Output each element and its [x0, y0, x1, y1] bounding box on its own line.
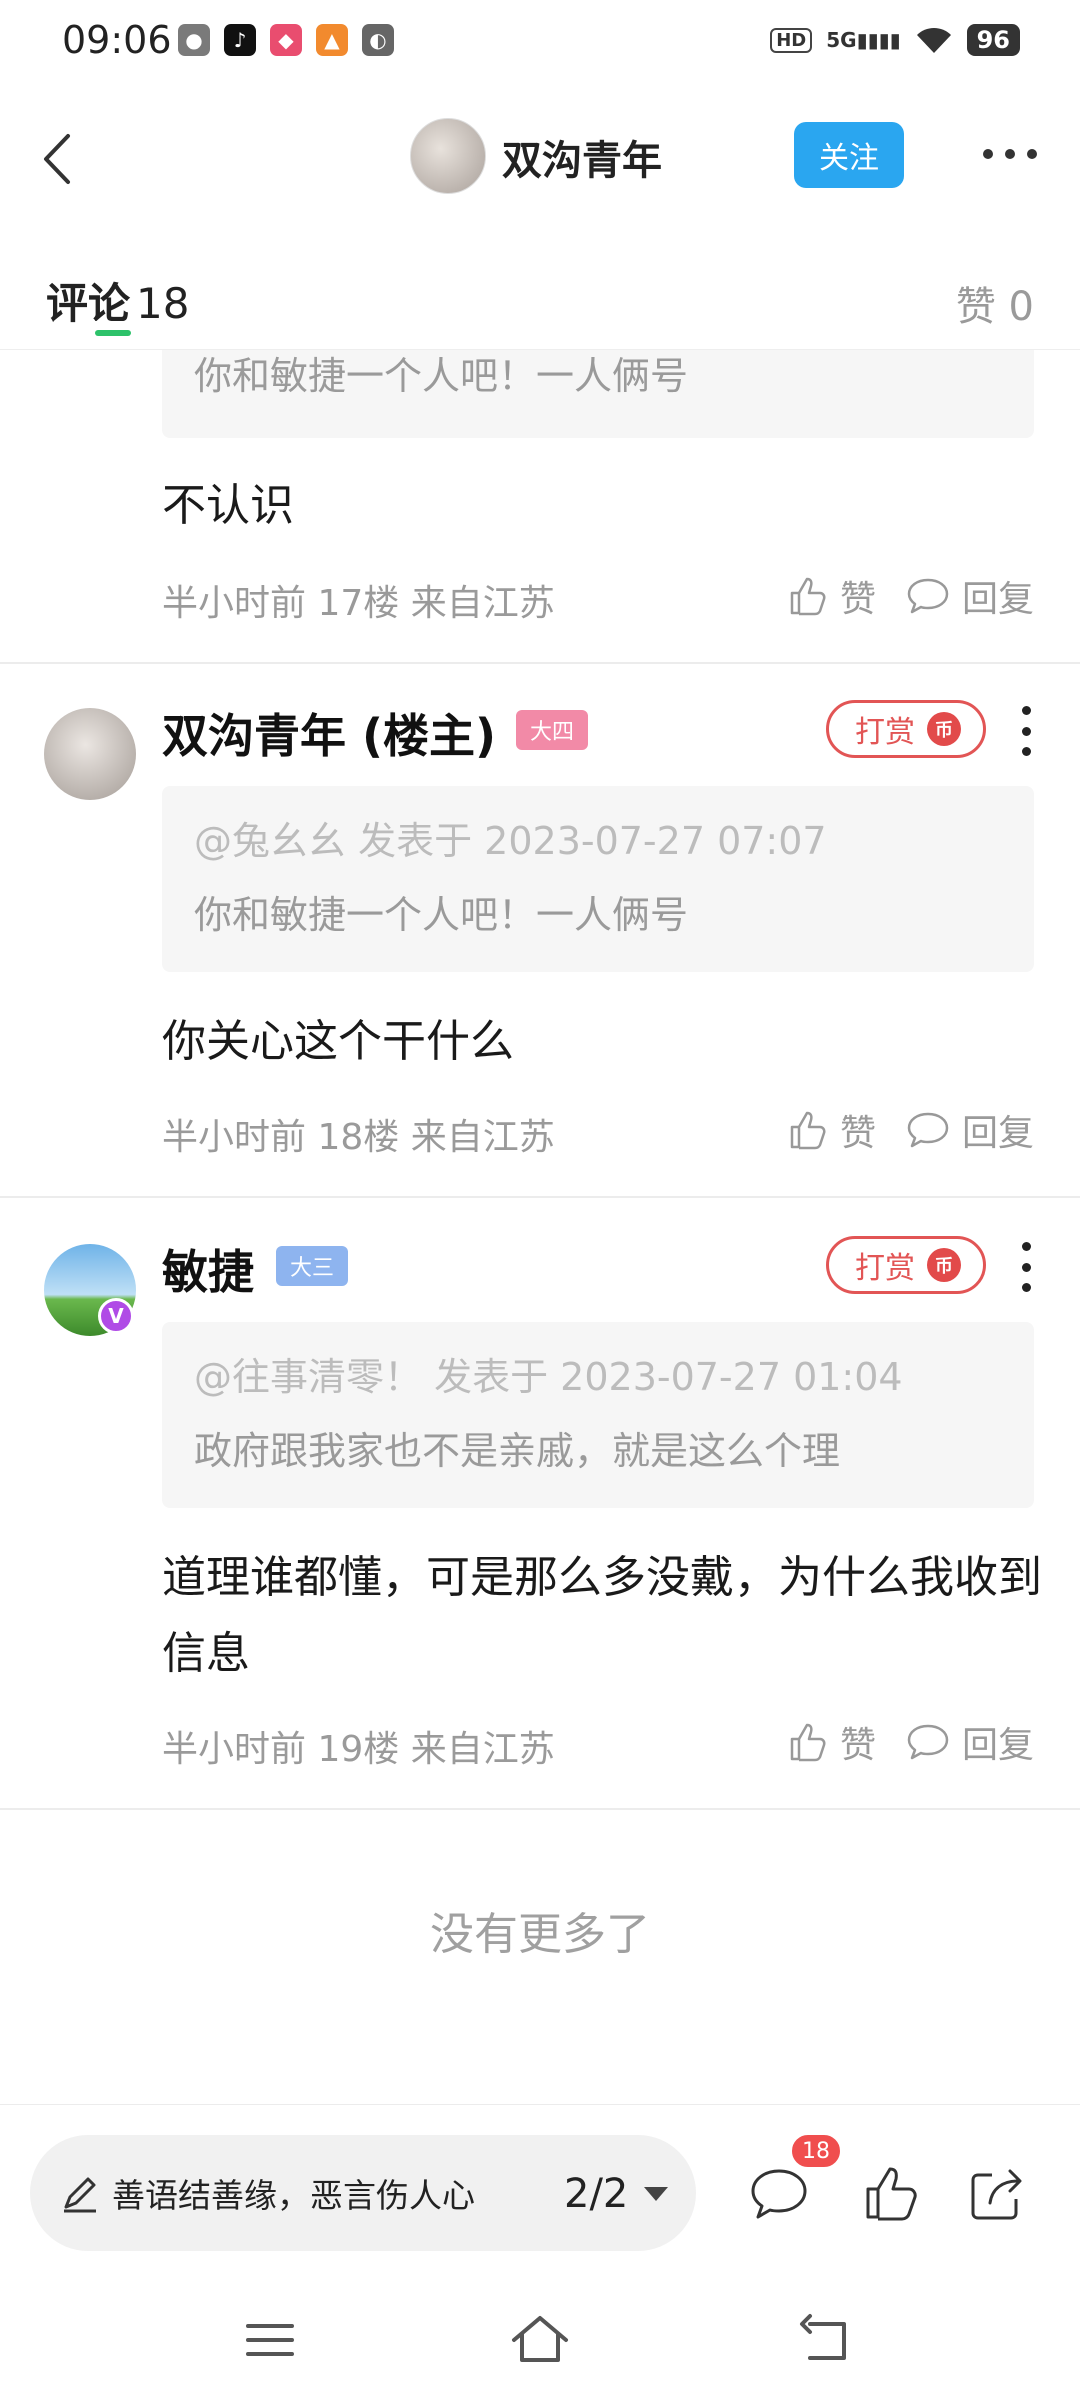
comment-meta: 半小时前 18楼 来自江苏	[162, 1117, 555, 1158]
quote-text: 政府跟我家也不是亲戚，就是这么个理	[194, 1429, 841, 1473]
like-button[interactable]: 赞	[786, 570, 876, 622]
more-options-icon[interactable]	[980, 136, 1040, 172]
tab-comments-label: 评论	[46, 279, 131, 328]
grade-badge: 大四	[516, 710, 589, 750]
comment-text: 不认识	[162, 480, 294, 531]
reply-label: 回复	[961, 579, 1034, 620]
quote-meta: @兔幺幺 发表于 2023-07-27 07:07	[194, 819, 827, 863]
reply-button[interactable]: 回复	[906, 1716, 1034, 1768]
app-icon: ◆	[270, 24, 302, 56]
quote-text: 你和敏捷一个人吧！一人俩号	[194, 354, 689, 398]
reply-icon	[907, 1724, 949, 1760]
status-time: 09:06	[62, 18, 172, 62]
share-icon[interactable]	[966, 2163, 1028, 2225]
signal-icon: 5G▮▮▮▮	[826, 28, 901, 52]
reply-button[interactable]: 回复	[906, 570, 1034, 622]
reply-label: 回复	[961, 1113, 1034, 1154]
tiktok-icon: ♪	[224, 24, 256, 56]
thumbs-up-icon	[790, 1111, 826, 1150]
tabs-row: 评论 18 赞 0	[0, 254, 1080, 350]
comment-text: 道理谁都懂，可是那么多没戴，为什么我收到信息	[162, 1552, 1042, 1679]
reply-label: 回复	[961, 1725, 1034, 1766]
quoted-comment[interactable]: @往事清零！ 发表于 2023-07-27 01:04 政府跟我家也不是亲戚，就…	[162, 1322, 1034, 1508]
thumbs-up-icon	[790, 1723, 826, 1762]
comment-menu-icon[interactable]	[1018, 706, 1034, 756]
like-button[interactable]: 赞	[786, 1716, 876, 1768]
comment-count-badge: 18	[790, 2133, 842, 2169]
tip-button[interactable]: 打赏 币	[826, 1236, 986, 1294]
tip-label: 打赏	[855, 1251, 915, 1286]
divider	[0, 1196, 1080, 1198]
comment-actions: 赞 回复	[786, 1716, 1034, 1768]
end-of-list-text: 没有更多了	[430, 1909, 650, 1960]
comment-actions: 赞 回复	[786, 1104, 1034, 1156]
back-icon[interactable]	[24, 124, 94, 194]
follow-button[interactable]: 关注	[794, 122, 904, 188]
wechat-icon: ●	[178, 24, 210, 56]
coin-icon: 币	[927, 712, 961, 746]
reply-button[interactable]: 回复	[906, 1104, 1034, 1156]
divider	[0, 662, 1080, 664]
back-nav-icon[interactable]	[796, 2310, 856, 2370]
comment-actions: 赞 回复	[786, 570, 1034, 622]
like-button[interactable]: 赞	[786, 1104, 876, 1156]
wifi-icon	[916, 27, 951, 53]
tip-label: 打赏	[855, 715, 915, 750]
quote-text: 你和敏捷一个人吧！一人俩号	[194, 893, 689, 937]
page-selector[interactable]: 2/2	[564, 2171, 669, 2217]
comment-input-placeholder: 善语结善缘，恶言伤人心	[112, 2176, 475, 2215]
taobao-icon: ▲	[316, 24, 348, 56]
tab-comments[interactable]: 评论 18	[46, 270, 189, 331]
quote-meta: @往事清零！ 发表于 2023-07-27 01:04	[194, 1355, 903, 1399]
comment-username[interactable]: 双沟青年 (楼主)	[162, 700, 496, 766]
verified-icon: V	[98, 1298, 134, 1334]
pencil-icon	[64, 2177, 96, 2213]
comment-icon[interactable]	[748, 2163, 810, 2225]
tab-likes[interactable]: 赞 0	[956, 274, 1034, 332]
tip-button[interactable]: 打赏 币	[826, 700, 986, 758]
grade-badge: 大三	[276, 1246, 349, 1286]
comment-text: 你关心这个干什么	[162, 1016, 514, 1067]
reply-icon	[907, 578, 949, 614]
menu-icon[interactable]	[240, 2310, 300, 2370]
avatar[interactable]	[44, 708, 136, 800]
dropdown-arrow-icon	[644, 2187, 669, 2201]
quoted-comment[interactable]: @兔幺幺 发表于 2023-07-27 07:07 你和敏捷一个人吧！一人俩号	[162, 786, 1034, 972]
reply-icon	[907, 1112, 949, 1148]
like-label: 赞	[839, 1725, 876, 1766]
hd-icon: HD	[770, 27, 813, 53]
battery-icon: 96	[966, 24, 1020, 56]
tab-active-indicator	[95, 330, 131, 336]
comment-username[interactable]: 敏捷	[162, 1236, 254, 1302]
comment-meta: 半小时前 19楼 来自江苏	[162, 1729, 555, 1770]
bottom-bar: 善语结善缘，恶言伤人心 2/2 18	[0, 2104, 1080, 2280]
system-nav-bar	[0, 2280, 1080, 2408]
author-avatar[interactable]	[410, 118, 486, 194]
quoted-comment[interactable]: 你和敏捷一个人吧！一人俩号	[162, 350, 1034, 438]
divider	[0, 1808, 1080, 1810]
top-nav: 双沟青年 关注	[0, 100, 1080, 210]
coin-icon: 币	[927, 1248, 961, 1282]
like-label: 赞	[839, 579, 876, 620]
thumbs-up-icon	[790, 577, 826, 616]
comment-menu-icon[interactable]	[1018, 1242, 1034, 1292]
comment-meta: 半小时前 17楼 来自江苏	[162, 583, 555, 624]
like-label: 赞	[839, 1113, 876, 1154]
status-indicators: HD 5G▮▮▮▮ 96	[770, 24, 1020, 56]
browser-icon: ◐	[362, 24, 394, 56]
status-bar: 09:06 ● ♪ ◆ ▲ ◐ HD 5G▮▮▮▮ 96	[0, 0, 1080, 90]
page-title[interactable]: 双沟青年	[502, 128, 662, 186]
page-indicator: 2/2	[564, 2171, 629, 2217]
tab-comments-count: 18	[136, 279, 190, 328]
status-app-icons: ● ♪ ◆ ▲ ◐	[178, 24, 394, 56]
home-icon[interactable]	[510, 2310, 570, 2370]
like-icon[interactable]	[860, 2163, 922, 2225]
